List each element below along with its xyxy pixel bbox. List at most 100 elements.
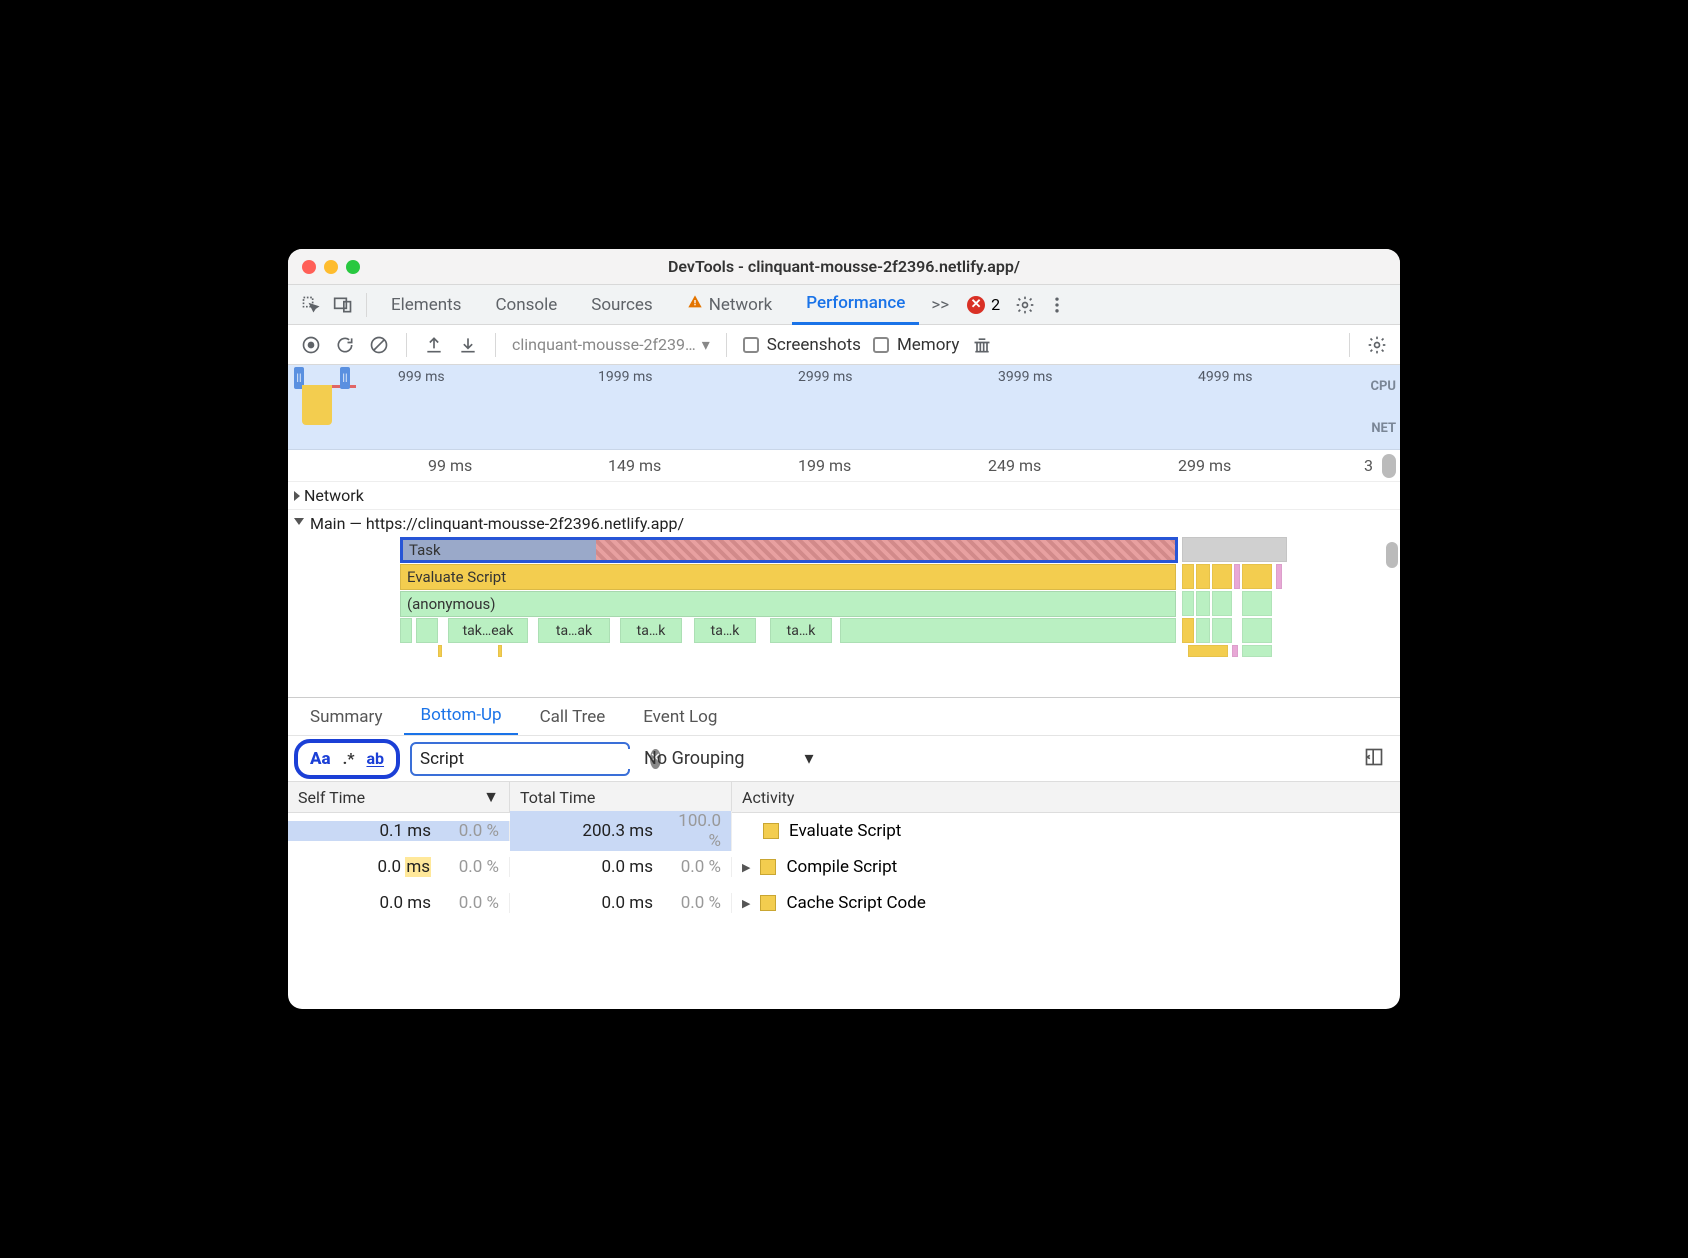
long-task-stripe <box>596 540 1175 560</box>
evaluate-script-bar[interactable]: Evaluate Script <box>400 564 1176 590</box>
overview-side-labels: CPU NET <box>1358 365 1400 449</box>
regex-toggle[interactable]: .* <box>343 749 355 768</box>
main-label: Main — https://clinquant-mousse-2f2396.n… <box>310 514 684 533</box>
screenshots-checkbox[interactable]: Screenshots <box>743 335 861 355</box>
col-self-time[interactable]: Self Time▼ <box>288 782 510 812</box>
right-handle[interactable]: || <box>340 367 350 389</box>
activity-bar[interactable] <box>438 645 442 657</box>
call-bar[interactable]: ta…k <box>620 618 682 643</box>
overview-tick: 2999 ms <box>798 369 852 385</box>
col-total-time[interactable]: Total Time <box>510 782 732 812</box>
anonymous-bar[interactable]: (anonymous) <box>400 591 1176 617</box>
activity-bar[interactable] <box>1212 564 1232 589</box>
timeline-ruler: 99 ms 149 ms 199 ms 249 ms 299 ms 3 <box>288 450 1400 482</box>
inspect-element-icon[interactable] <box>298 292 324 318</box>
tab-summary[interactable]: Summary <box>294 698 398 736</box>
activity-bar[interactable] <box>1242 645 1272 657</box>
scrollbar-thumb[interactable] <box>1382 454 1396 478</box>
call-bar[interactable]: ta…k <box>694 618 756 643</box>
table-row[interactable]: 0.0 ms0.0 %0.0 ms0.0 %▶Compile Script <box>288 849 1400 885</box>
activity-bar[interactable] <box>1242 618 1272 643</box>
minimize-window-button[interactable] <box>324 260 338 274</box>
call-bar[interactable]: tak…eak <box>448 618 528 643</box>
expand-icon[interactable]: ▶ <box>742 897 750 910</box>
clear-button[interactable] <box>368 334 390 356</box>
activity-bar[interactable] <box>1196 618 1210 643</box>
activity-bar[interactable] <box>1182 591 1194 616</box>
main-track-header[interactable]: Main — https://clinquant-mousse-2f2396.n… <box>288 510 1400 537</box>
cell-activity: ▶Cache Script Code <box>732 893 1400 913</box>
kebab-menu-icon[interactable] <box>1044 292 1070 318</box>
whole-word-toggle[interactable]: ab <box>366 749 384 768</box>
activity-bar[interactable] <box>1196 564 1210 589</box>
table-row[interactable]: 0.0 ms0.0 %0.0 ms0.0 %▶Cache Script Code <box>288 885 1400 921</box>
window-title: DevTools - clinquant-mousse-2f2396.netli… <box>288 257 1400 276</box>
call-bar[interactable] <box>400 618 412 643</box>
reload-record-button[interactable] <box>334 334 356 356</box>
tab-network[interactable]: Network <box>673 285 787 325</box>
call-bar[interactable] <box>416 618 438 643</box>
filter-input[interactable] <box>420 749 642 769</box>
overview-tick: 3999 ms <box>998 369 1052 385</box>
tab-elements[interactable]: Elements <box>377 285 475 325</box>
activity-bar[interactable] <box>1234 564 1240 589</box>
tab-console[interactable]: Console <box>481 285 571 325</box>
match-mode-group: Aa .* ab <box>294 739 400 779</box>
activity-bar[interactable] <box>1182 564 1194 589</box>
tab-bottom-up[interactable]: Bottom-Up <box>404 698 517 736</box>
separator <box>406 333 407 357</box>
maximize-window-button[interactable] <box>346 260 360 274</box>
activity-bar[interactable] <box>1212 591 1232 616</box>
activity-bar[interactable] <box>1196 591 1210 616</box>
evaluate-script-label: Evaluate Script <box>407 568 506 586</box>
grouping-select[interactable]: No Grouping ▾ <box>640 748 818 769</box>
separator <box>495 333 496 357</box>
match-case-toggle[interactable]: Aa <box>310 749 331 769</box>
activity-bar[interactable] <box>1188 645 1228 657</box>
capture-settings-icon[interactable] <box>1366 334 1388 356</box>
error-count: 2 <box>991 295 1000 314</box>
activity-bar[interactable] <box>1276 564 1282 589</box>
table-row[interactable]: 0.1 ms0.0 %200.3 ms100.0 %Evaluate Scrip… <box>288 813 1400 849</box>
cell-self-time: 0.1 ms0.0 % <box>288 821 510 841</box>
col-activity[interactable]: Activity <box>732 782 1400 812</box>
tab-event-log[interactable]: Event Log <box>627 698 733 736</box>
tabs-overflow-button[interactable]: >> <box>925 295 955 315</box>
activity-bar[interactable] <box>1212 618 1232 643</box>
toggle-side-panel-button[interactable] <box>1364 747 1394 771</box>
task-bar[interactable]: Task <box>400 537 1178 563</box>
expand-icon[interactable]: ▶ <box>742 861 750 874</box>
activity-bar[interactable] <box>1182 537 1287 562</box>
activity-bar[interactable] <box>1232 645 1238 657</box>
ruler-tick: 199 ms <box>798 456 851 475</box>
timeline-overview[interactable]: || || 999 ms 1999 ms 2999 ms 3999 ms 499… <box>288 365 1400 450</box>
close-window-button[interactable] <box>302 260 316 274</box>
device-toolbar-icon[interactable] <box>330 292 356 318</box>
activity-bar[interactable] <box>1242 591 1272 616</box>
scrollbar-thumb[interactable] <box>1386 542 1398 568</box>
profile-selector[interactable]: clinquant-mousse-2f239… ▾ <box>512 335 710 354</box>
activity-bar[interactable] <box>1182 618 1194 643</box>
errors-badge[interactable]: ✕ 2 <box>961 295 1006 314</box>
cell-total-time: 0.0 ms0.0 % <box>510 893 732 913</box>
flame-chart[interactable]: Network Main — https://clinquant-mousse-… <box>288 482 1400 697</box>
call-bar[interactable]: ta…ak <box>538 618 610 643</box>
activity-bar[interactable] <box>498 645 502 657</box>
memory-checkbox[interactable]: Memory <box>873 335 959 355</box>
profile-selector-label: clinquant-mousse-2f239… <box>512 335 696 354</box>
download-profile-button[interactable] <box>457 334 479 356</box>
garbage-collect-button[interactable] <box>971 334 993 356</box>
settings-icon[interactable] <box>1012 292 1038 318</box>
record-button[interactable] <box>300 334 322 356</box>
activity-bar[interactable] <box>1242 564 1272 589</box>
net-label: NET <box>1371 421 1396 436</box>
call-bar[interactable]: ta…k <box>770 618 832 643</box>
upload-profile-button[interactable] <box>423 334 445 356</box>
tab-sources[interactable]: Sources <box>577 285 666 325</box>
error-icon: ✕ <box>967 296 985 314</box>
cpu-label: CPU <box>1371 379 1396 394</box>
network-track-header[interactable]: Network <box>288 482 1400 510</box>
tab-performance[interactable]: Performance <box>792 285 919 325</box>
call-bar[interactable] <box>840 618 1176 643</box>
tab-call-tree[interactable]: Call Tree <box>524 698 622 736</box>
